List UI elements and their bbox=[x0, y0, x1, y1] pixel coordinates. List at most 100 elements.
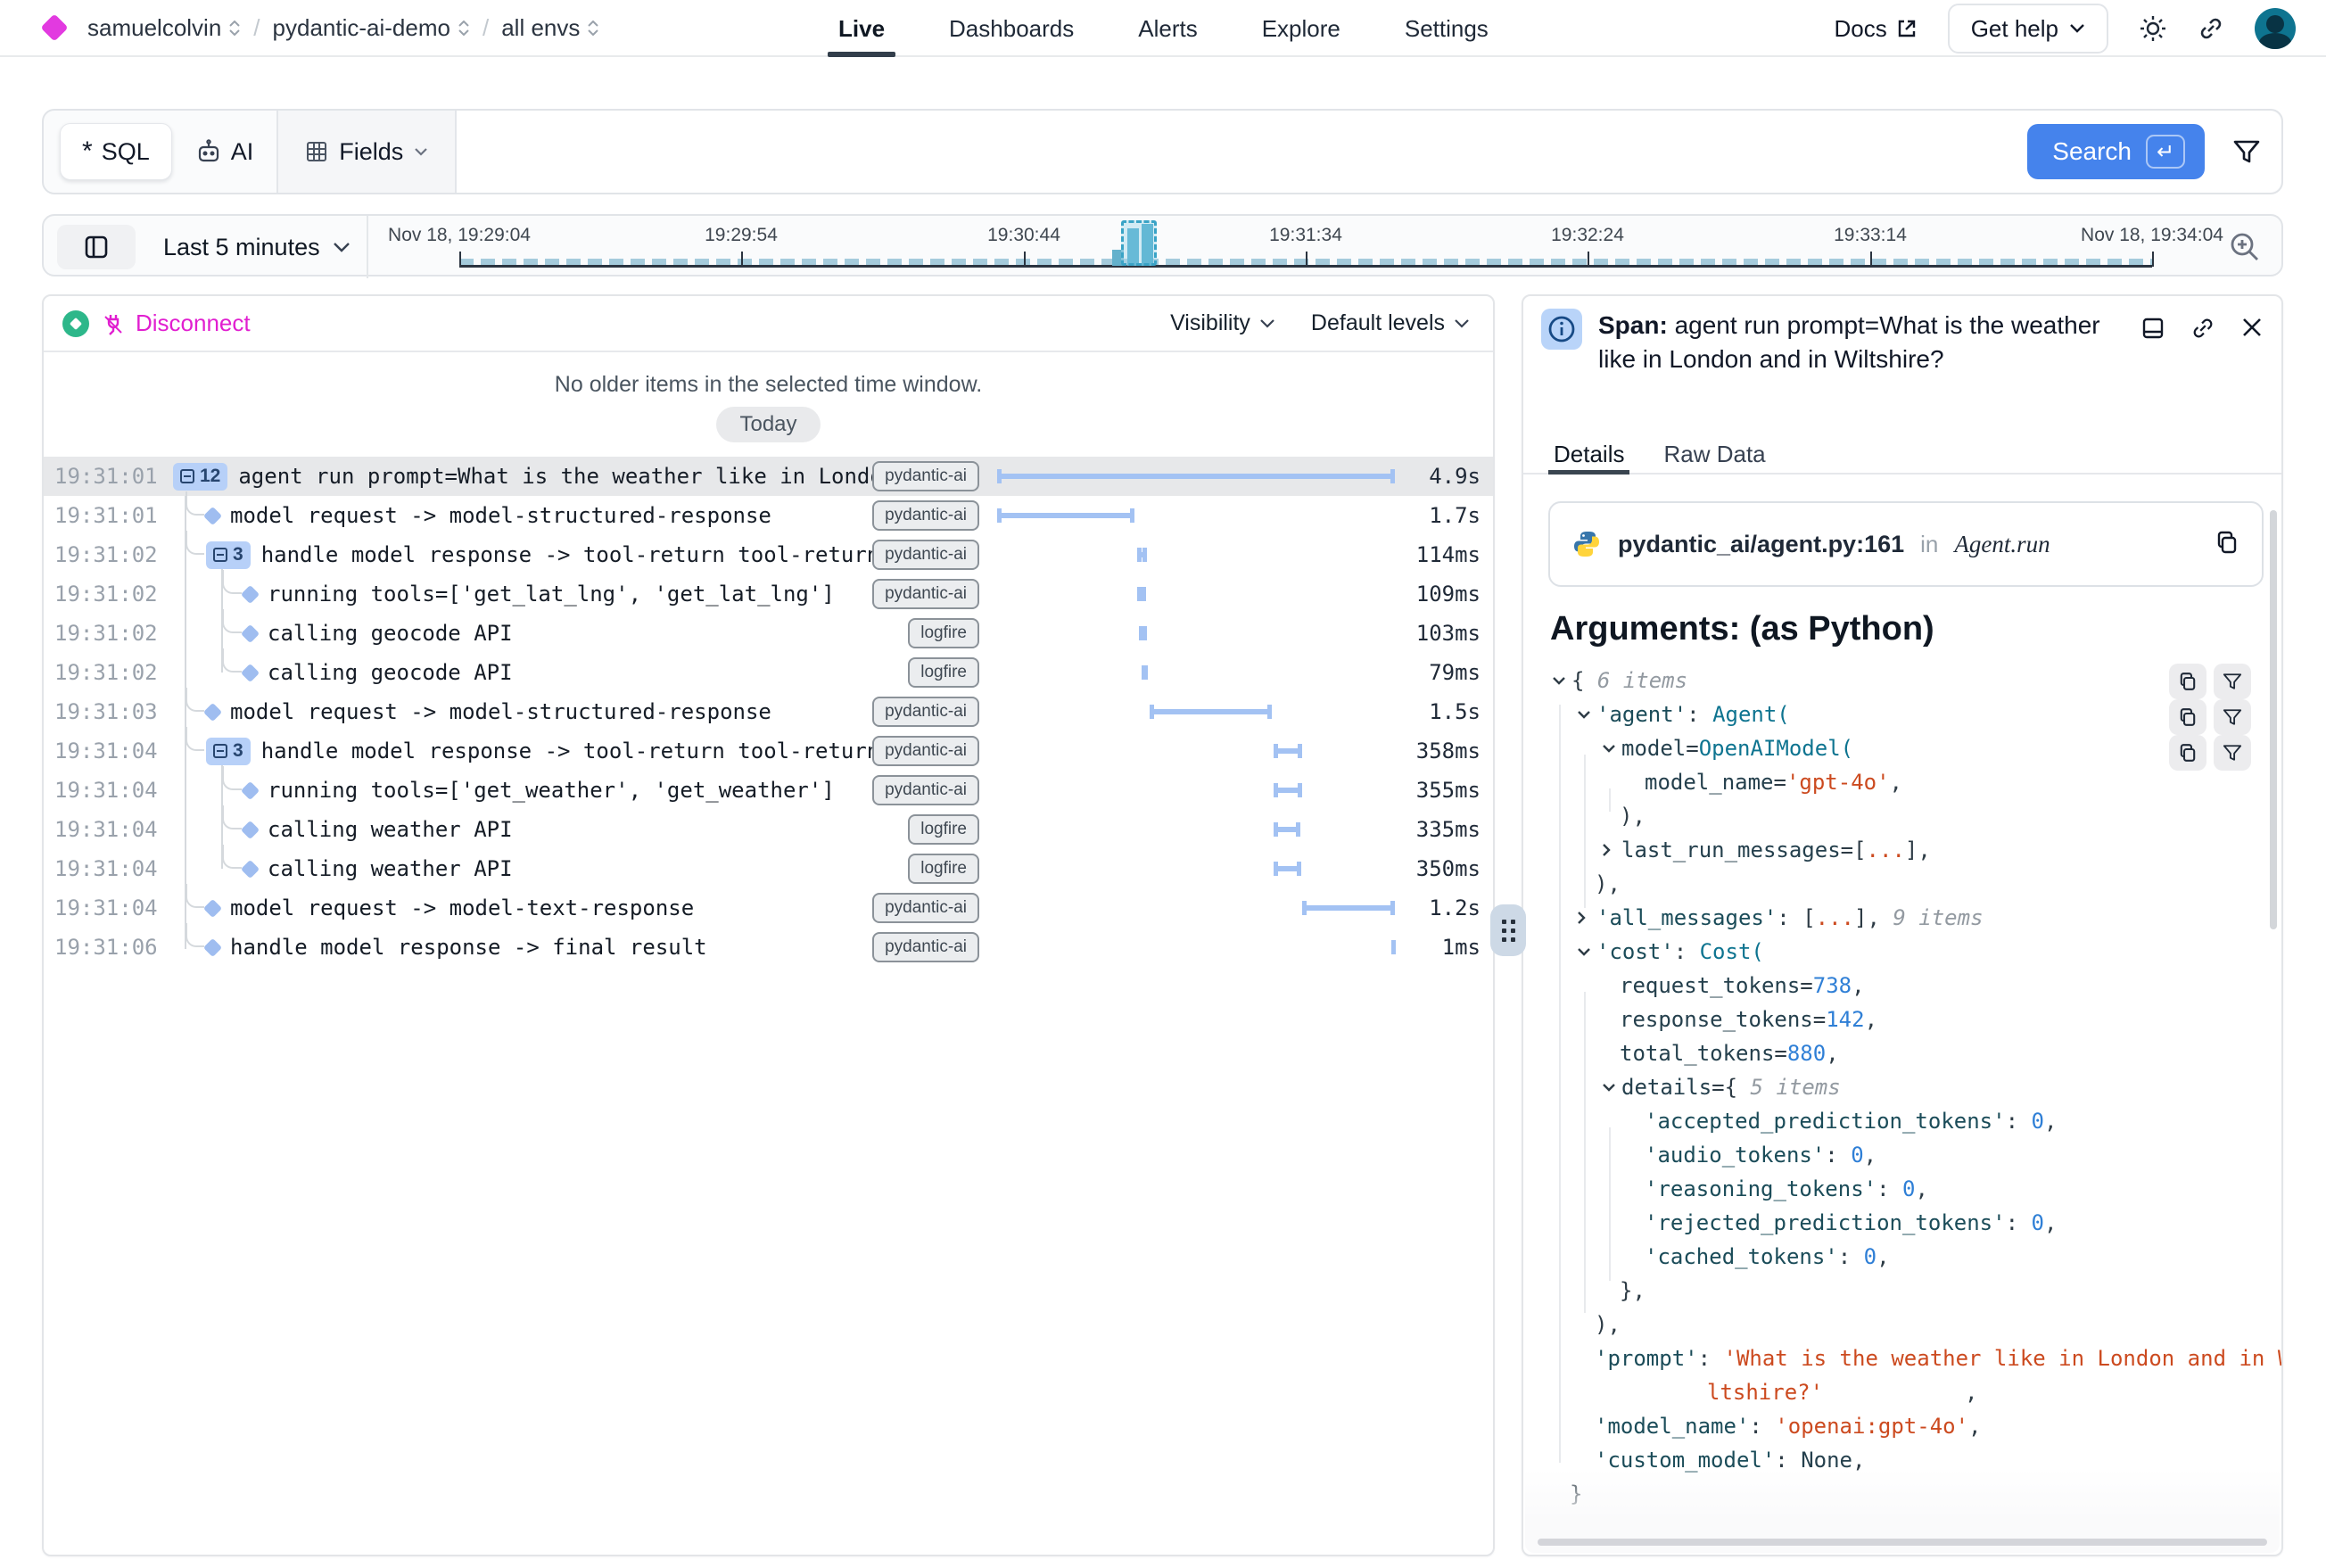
asterisk-icon: * bbox=[82, 138, 93, 165]
trace-timestamp: 19:31:06 bbox=[44, 935, 173, 960]
code-token: ), bbox=[1620, 804, 1646, 829]
vertical-scrollbar[interactable] bbox=[2270, 510, 2277, 929]
trace-row[interactable]: 19:31:04 model request -> model-text-res… bbox=[44, 888, 1493, 928]
breadcrumb-org[interactable]: samuelcolvin bbox=[87, 14, 241, 42]
source-in-word: in bbox=[1920, 531, 1938, 558]
collapse-arrow-icon[interactable] bbox=[1602, 1083, 1621, 1092]
copy-button[interactable] bbox=[2169, 735, 2206, 771]
code-token: ], bbox=[1905, 838, 1931, 862]
collapse-arrow-icon[interactable] bbox=[1552, 676, 1571, 685]
filter-button[interactable] bbox=[2214, 699, 2251, 735]
span-gantt bbox=[997, 574, 1395, 614]
span-duration: 350ms bbox=[1395, 856, 1481, 881]
breadcrumb-env[interactable]: all envs bbox=[501, 14, 599, 42]
visibility-dropdown[interactable]: Visibility bbox=[1170, 310, 1275, 336]
trace-row[interactable]: 19:31:04 calling weather API logfire 335… bbox=[44, 810, 1493, 849]
code-token: ... bbox=[1816, 905, 1854, 930]
scope-tag: pydantic-ai bbox=[872, 540, 979, 570]
code-token: OpenAIModel( bbox=[1699, 736, 1853, 761]
filter-button[interactable] bbox=[2214, 735, 2251, 771]
today-badge[interactable]: Today bbox=[716, 407, 820, 442]
source-location[interactable]: pydantic_ai/agent.py:161 in Agent.run bbox=[1548, 501, 2264, 587]
search-input[interactable] bbox=[455, 111, 2008, 193]
get-help-button[interactable]: Get help bbox=[1948, 4, 2108, 54]
filter-funnel-icon bbox=[2222, 671, 2243, 692]
tab-explore[interactable]: Explore bbox=[1262, 0, 1340, 57]
search-button[interactable]: Search ↵ bbox=[2027, 124, 2205, 179]
docs-link[interactable]: Docs bbox=[1834, 15, 1917, 43]
trace-row[interactable]: 19:31:03 model request -> model-structur… bbox=[44, 692, 1493, 731]
trace-row[interactable]: 19:31:02 calling geocode API logfire 103… bbox=[44, 614, 1493, 653]
collapse-badge[interactable]: 3 bbox=[206, 541, 251, 569]
dock-panel-icon[interactable] bbox=[2140, 316, 2165, 341]
trace-row[interactable]: 19:31:02 3 handle model response -> tool… bbox=[44, 535, 1493, 574]
ai-mode-button[interactable]: AI bbox=[195, 138, 254, 166]
filter-funnel-icon[interactable] bbox=[2231, 136, 2262, 167]
trace-timestamp: 19:31:04 bbox=[44, 739, 173, 763]
span-duration-bar bbox=[1274, 744, 1302, 758]
tab-settings[interactable]: Settings bbox=[1405, 0, 1489, 57]
code-token: =[ bbox=[1841, 838, 1867, 862]
tab-alerts[interactable]: Alerts bbox=[1138, 0, 1197, 57]
collapse-arrow-icon[interactable] bbox=[1577, 947, 1596, 956]
zoom-in-button[interactable] bbox=[2228, 230, 2262, 268]
code-token: : bbox=[2006, 1109, 2032, 1134]
trace-row[interactable]: 19:31:01 12 agent run prompt=What is the… bbox=[44, 457, 1493, 496]
tab-details[interactable]: Details bbox=[1554, 435, 1624, 473]
code-token: 'all_messages' bbox=[1596, 905, 1777, 930]
collapse-arrow-icon[interactable] bbox=[1577, 710, 1596, 719]
close-icon[interactable] bbox=[2240, 316, 2264, 339]
span-duration-bar bbox=[1137, 548, 1146, 562]
timeline-selection[interactable] bbox=[1121, 220, 1157, 266]
tree-elbow bbox=[186, 727, 204, 751]
code-token: 'cached_tokens' bbox=[1645, 1244, 1838, 1269]
arguments-heading: Arguments: (as Python) bbox=[1550, 610, 1934, 648]
span-diamond-icon bbox=[241, 623, 260, 642]
trace-row[interactable]: 19:31:04 calling weather API logfire 350… bbox=[44, 849, 1493, 888]
sql-mode-button[interactable]: * SQL bbox=[60, 123, 172, 180]
theme-toggle-button[interactable] bbox=[2139, 14, 2167, 43]
copy-source-button[interactable] bbox=[2214, 529, 2240, 560]
panel-resize-handle[interactable] bbox=[1490, 904, 1526, 956]
trace-row[interactable]: 19:31:02 running tools=['get_lat_lng', '… bbox=[44, 574, 1493, 614]
collapse-badge[interactable]: 3 bbox=[206, 738, 251, 765]
trace-row[interactable]: 19:31:06 handle model response -> final … bbox=[44, 928, 1493, 967]
fields-dropdown[interactable]: Fields bbox=[276, 111, 455, 193]
code-token: 6 items bbox=[1597, 668, 1687, 693]
copy-button[interactable] bbox=[2169, 699, 2206, 735]
code-line: 'reasoning_tokens': 0, bbox=[1543, 1172, 2272, 1206]
horizontal-scrollbar[interactable] bbox=[1538, 1539, 2267, 1546]
expand-arrow-icon[interactable] bbox=[1602, 843, 1621, 857]
span-duration: 114ms bbox=[1395, 542, 1481, 567]
span-gantt bbox=[997, 457, 1395, 496]
trace-row[interactable]: 19:31:04 running tools=['get_weather', '… bbox=[44, 771, 1493, 810]
trace-row[interactable]: 19:31:02 calling geocode API logfire 79m… bbox=[44, 653, 1493, 692]
code-token: , bbox=[1890, 770, 1902, 795]
expand-arrow-icon[interactable] bbox=[1577, 911, 1596, 925]
logfire-logo-icon[interactable] bbox=[40, 13, 68, 41]
copy-link-icon[interactable] bbox=[2190, 316, 2215, 341]
query-bar: * SQL AI Fields Search ↵ bbox=[42, 109, 2283, 194]
code-token: 'cost' bbox=[1596, 939, 1674, 964]
code-token: 'custom_model' bbox=[1595, 1448, 1775, 1473]
trace-row[interactable]: 19:31:04 3 handle model response -> tool… bbox=[44, 731, 1493, 771]
breadcrumb-project[interactable]: pydantic-ai-demo bbox=[273, 14, 470, 42]
code-actions-root bbox=[2169, 664, 2251, 699]
tree-elbow bbox=[222, 648, 242, 673]
filter-button[interactable] bbox=[2214, 664, 2251, 699]
collapse-badge[interactable]: 12 bbox=[173, 463, 227, 491]
tab-raw-data[interactable]: Raw Data bbox=[1663, 435, 1765, 473]
copy-button[interactable] bbox=[2169, 664, 2206, 699]
collapse-arrow-icon[interactable] bbox=[1602, 744, 1621, 753]
disconnect-button[interactable]: Disconnect bbox=[102, 309, 251, 337]
tab-dashboards[interactable]: Dashboards bbox=[949, 0, 1074, 57]
share-link-button[interactable] bbox=[2198, 15, 2224, 42]
tick-mark bbox=[459, 252, 461, 267]
timeline-axis[interactable]: Nov 18, 19:29:04 19:29:54 19:30:44 19:31… bbox=[44, 216, 2285, 278]
default-levels-dropdown[interactable]: Default levels bbox=[1311, 310, 1470, 336]
collapse-minus-icon bbox=[180, 469, 194, 483]
tab-live[interactable]: Live bbox=[838, 0, 885, 57]
avatar[interactable] bbox=[2255, 8, 2296, 49]
trace-row[interactable]: 19:31:01 model request -> model-structur… bbox=[44, 496, 1493, 535]
tick-mark bbox=[1870, 252, 1872, 267]
